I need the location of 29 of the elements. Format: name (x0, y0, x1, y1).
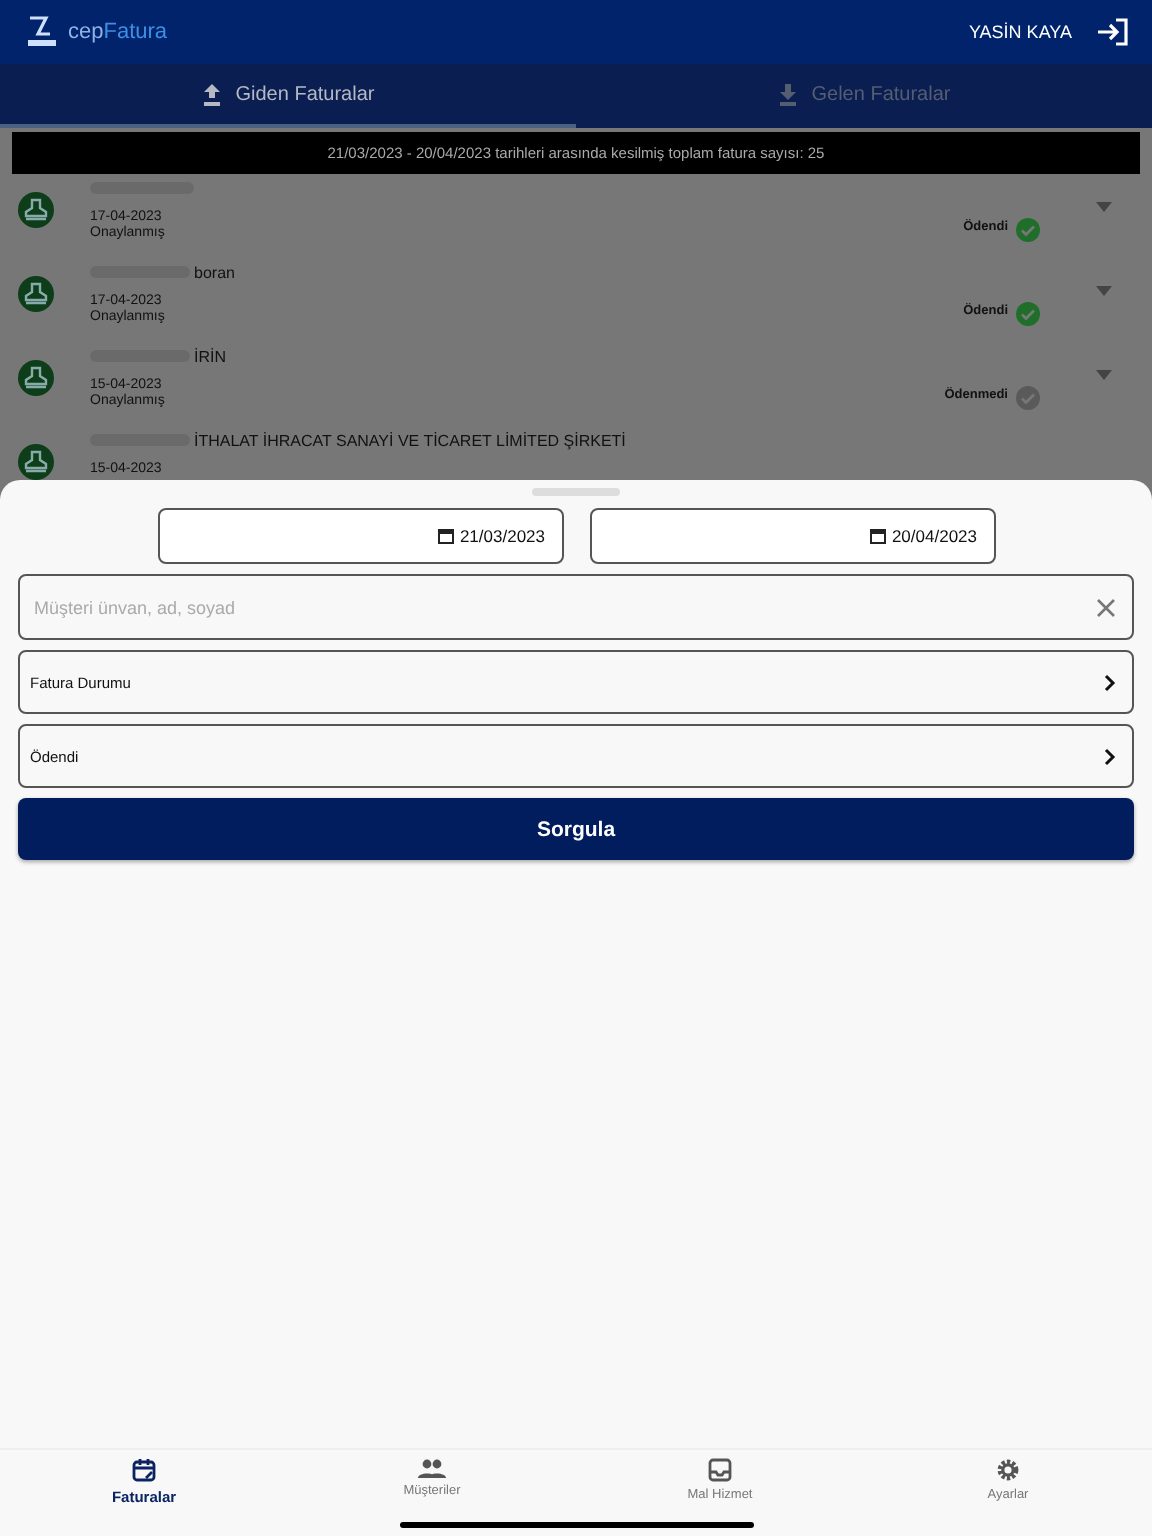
stamp-icon (18, 192, 54, 228)
stamp-icon (18, 360, 54, 396)
logout-icon[interactable] (1096, 18, 1128, 46)
start-date-field[interactable]: 21/03/2023 (157, 508, 563, 564)
customer-name: boran (194, 263, 235, 281)
customer-name: İTHALAT İHRACAT SANAYİ VE TİCARET LİMİTED ŞİRKETİ (194, 431, 626, 449)
caret-down-icon[interactable] (1096, 202, 1112, 212)
caret-down-icon[interactable] (1096, 370, 1112, 380)
clear-icon[interactable] (1096, 597, 1116, 617)
customer-search-field[interactable]: Müşteri ünvan, ad, soyad (18, 574, 1134, 640)
stamp-icon (18, 444, 54, 480)
upload-icon (201, 83, 222, 105)
user-name: YASİN KAYA (968, 22, 1072, 42)
calendar-icon (869, 528, 886, 544)
download-icon (777, 83, 798, 105)
query-button[interactable]: Sorgula (18, 798, 1134, 860)
customer-input[interactable]: Müşteri ünvan, ad, soyad (30, 595, 1096, 619)
app-logo-text: cepFatura (68, 20, 168, 44)
inbox-icon (708, 1458, 732, 1482)
caret-down-icon[interactable] (1096, 286, 1112, 296)
calendar-edit-icon (132, 1458, 156, 1482)
end-date-field[interactable]: 20/04/2023 (589, 508, 995, 564)
calendar-icon (437, 528, 454, 544)
stamp-icon (18, 276, 54, 312)
chevron-right-icon (1104, 747, 1116, 765)
chevron-right-icon (1104, 673, 1116, 691)
settings-icon (996, 1458, 1020, 1482)
customer-name: İRİN (194, 347, 226, 365)
people-icon (418, 1458, 446, 1478)
